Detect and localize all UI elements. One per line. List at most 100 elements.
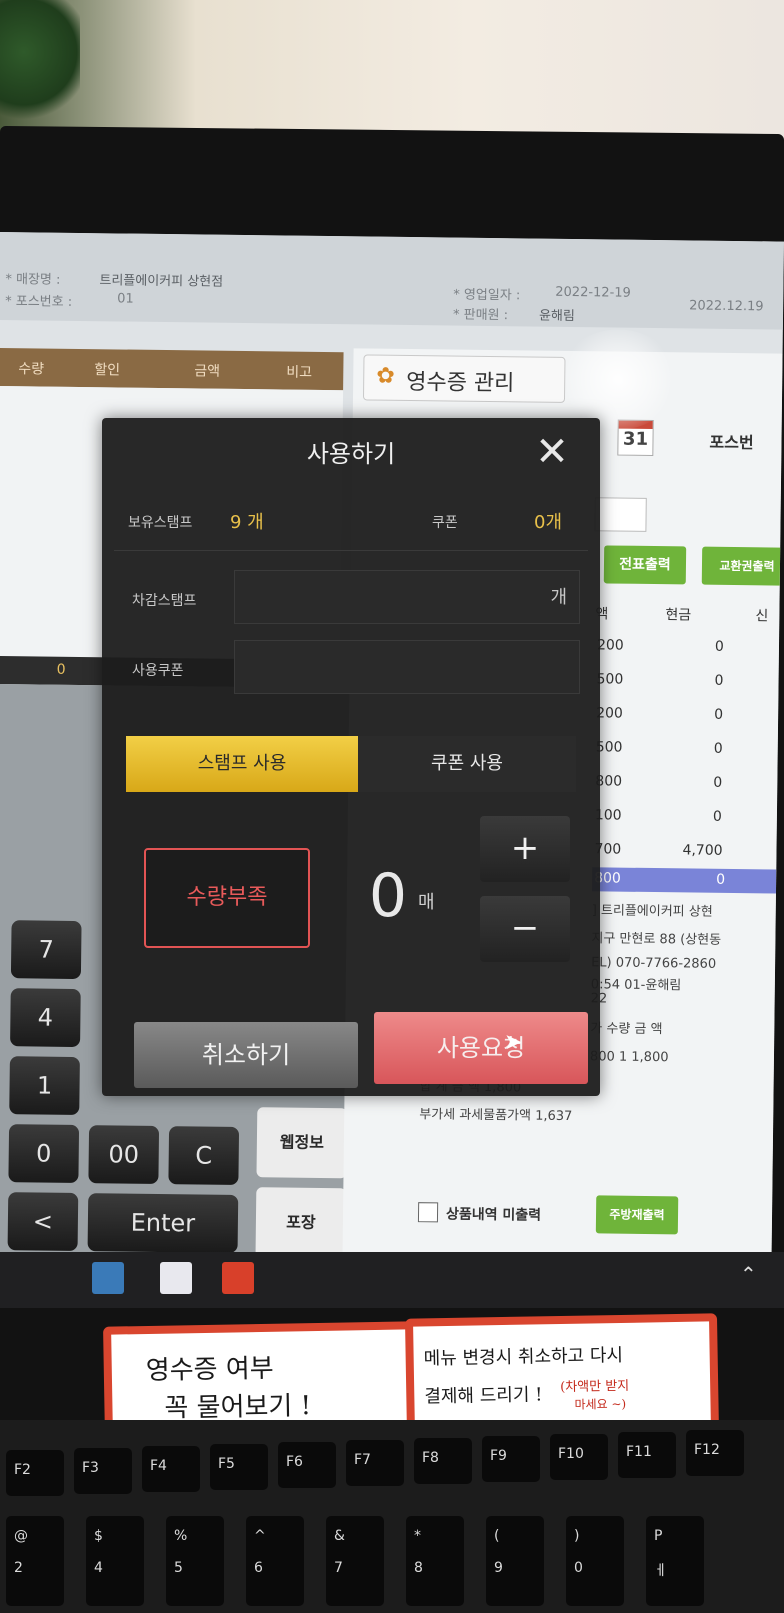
- close-icon[interactable]: ✕: [532, 432, 572, 474]
- key-back[interactable]: <: [7, 1192, 79, 1252]
- app-icon-pos[interactable]: [92, 1262, 124, 1294]
- key-f12[interactable]: F12: [686, 1430, 744, 1476]
- table-row[interactable]: 100 0: [593, 801, 777, 837]
- table-row[interactable]: 200 0: [594, 699, 778, 735]
- sticker-right-note1: (차액만 받지: [560, 1378, 630, 1396]
- key-f7[interactable]: F7: [346, 1440, 404, 1486]
- receipt-line: 가 수량 금 액: [590, 1021, 663, 1038]
- key-4[interactable]: 4: [10, 988, 81, 1048]
- plant-decoration: [0, 0, 80, 130]
- print-exchange-button[interactable]: 교환권출력: [701, 546, 784, 586]
- sticker-left-line1: 영수증 여부: [145, 1353, 274, 1386]
- key-row2[interactable]: & 7: [326, 1516, 384, 1606]
- tab-stamp-use[interactable]: 스탬프 사용: [126, 736, 358, 792]
- insufficient-quantity-button[interactable]: 수량부족: [144, 848, 310, 948]
- use-request-button[interactable]: 사용요청: [374, 1012, 588, 1084]
- cancel-button[interactable]: 취소하기: [134, 1022, 358, 1088]
- gear-icon: ✿: [376, 363, 395, 389]
- key-f5[interactable]: F5: [210, 1444, 268, 1490]
- hide-items-label: 상품내역 미출력: [445, 1206, 542, 1224]
- key-row2[interactable]: (9: [486, 1516, 544, 1606]
- key-f9[interactable]: F9: [482, 1436, 540, 1482]
- key-label: F12: [694, 1442, 720, 1458]
- receipt-management-tab[interactable]: ✿ 영수증 관리: [362, 354, 566, 403]
- dialog-title: 사용하기: [306, 440, 396, 468]
- divider: [114, 550, 588, 551]
- plus-button[interactable]: +: [480, 816, 570, 882]
- business-date-label: * 영업일자 :: [453, 287, 521, 304]
- cell-amount: 500: [596, 671, 624, 688]
- use-coupon-input[interactable]: [234, 640, 580, 694]
- key-f11[interactable]: F11: [618, 1432, 676, 1478]
- key-label: F11: [626, 1444, 652, 1460]
- taskbar: ⌃: [0, 1252, 784, 1308]
- key-label: F5: [218, 1456, 235, 1472]
- key-f2[interactable]: F2: [6, 1450, 64, 1496]
- key-row2[interactable]: $4: [86, 1516, 144, 1606]
- key-label: (: [494, 1528, 500, 1544]
- key-clear[interactable]: C: [168, 1126, 240, 1185]
- receipt-line: 지구 만현로 88 (상현동: [591, 931, 722, 948]
- key-sublabel: 7: [334, 1560, 343, 1576]
- app-icon-flag[interactable]: [222, 1262, 254, 1294]
- receipt-line: ] 트리플에이커피 상현: [591, 903, 713, 920]
- header-datetime: 2022.12.19: [689, 298, 764, 315]
- store-name: 트리플에이커피 상현점: [99, 273, 224, 290]
- key-row2[interactable]: ^ 6: [246, 1516, 304, 1606]
- key-label: $: [94, 1528, 103, 1544]
- takeout-button[interactable]: 포장: [255, 1187, 347, 1259]
- pos-filter-label: 포스번: [709, 432, 754, 453]
- minus-button[interactable]: −: [480, 896, 570, 962]
- key-1[interactable]: 1: [9, 1056, 80, 1116]
- table-row[interactable]: 500 0: [594, 733, 778, 769]
- key-f8[interactable]: F8: [414, 1438, 472, 1484]
- kitchen-reprint-button[interactable]: 주방재출력: [595, 1195, 679, 1235]
- business-date: 2022-12-19: [555, 284, 631, 301]
- pos-number: 01: [117, 291, 134, 307]
- key-0[interactable]: 0: [8, 1124, 80, 1184]
- order-column-header: 수량 할인 금액 비고: [0, 347, 344, 391]
- key-sublabel: 5: [174, 1560, 183, 1576]
- key-label: F7: [354, 1452, 371, 1468]
- key-label: F2: [14, 1462, 31, 1478]
- key-f10[interactable]: F10: [550, 1434, 608, 1480]
- app-icon-monitor[interactable]: [160, 1262, 192, 1294]
- table-row[interactable]: 500 0: [594, 665, 778, 701]
- table-row[interactable]: 200 0: [595, 631, 779, 667]
- key-label: ^: [254, 1528, 266, 1544]
- col-quantity: 수량: [18, 361, 45, 378]
- receipt-management-title: 영수증 관리: [406, 369, 515, 397]
- key-f4[interactable]: F4: [142, 1446, 200, 1492]
- chevron-up-icon[interactable]: ⌃: [740, 1262, 757, 1286]
- owned-stamps-label: 보유스탬프: [128, 515, 193, 531]
- key-sublabel: 2: [14, 1560, 23, 1576]
- key-label: %: [174, 1528, 188, 1544]
- tab-coupon-use[interactable]: 쿠폰 사용: [358, 736, 576, 792]
- key-label: @: [14, 1528, 28, 1544]
- pos-header: * 매장명 : 트리플에이커피 상현점 * 포스번호 : 01 * 영업일자 :…: [0, 232, 784, 330]
- calendar-day: 31: [622, 428, 649, 450]
- receipt-line: 800 1 1,800: [589, 1049, 669, 1066]
- sticker-right-line1: 메뉴 변경시 취소하고 다시: [423, 1344, 624, 1370]
- key-row2[interactable]: @2: [6, 1516, 64, 1606]
- search-field[interactable]: [594, 497, 647, 532]
- key-f3[interactable]: F3: [74, 1448, 132, 1494]
- print-slip-button[interactable]: 전표출력: [603, 545, 687, 585]
- key-7[interactable]: 7: [10, 920, 82, 980]
- deduct-stamps-input[interactable]: 개: [234, 570, 580, 624]
- use-stamp-dialog: 사용하기 ✕ 보유스탬프 9 개 쿠폰 0개 차감스탬프 개 사용쿠폰 스탬프 …: [102, 418, 600, 1096]
- key-00[interactable]: 00: [88, 1125, 160, 1185]
- table-row[interactable]: 700 4,700: [592, 835, 776, 871]
- key-row2[interactable]: Pㅔ: [646, 1516, 704, 1606]
- key-row2[interactable]: * 8: [406, 1516, 464, 1606]
- sum-cash: 0: [716, 871, 726, 888]
- key-f6[interactable]: F6: [278, 1442, 336, 1488]
- web-info-button[interactable]: 웹정보: [256, 1107, 348, 1179]
- key-enter[interactable]: Enter: [87, 1193, 239, 1253]
- key-sublabel: 0: [574, 1560, 583, 1576]
- key-row2[interactable]: % 5: [166, 1516, 224, 1606]
- table-row[interactable]: 800 0: [593, 767, 777, 803]
- hide-items-checkbox[interactable]: [417, 1202, 439, 1223]
- key-row2[interactable]: ) 0: [566, 1516, 624, 1606]
- deduct-unit: 개: [550, 587, 567, 608]
